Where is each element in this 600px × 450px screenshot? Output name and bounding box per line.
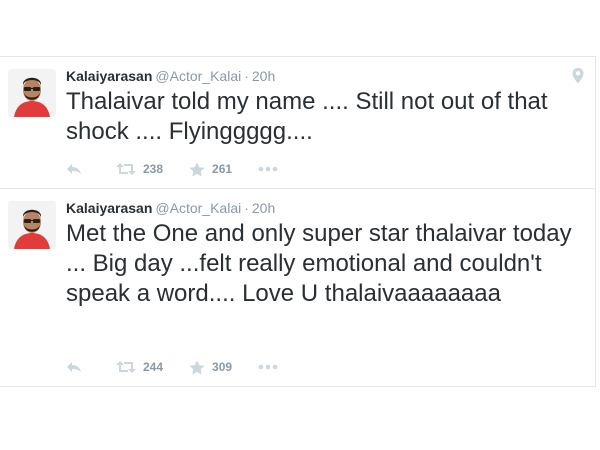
retweet-count: 238 <box>143 162 164 176</box>
location-pin-icon[interactable] <box>571 67 585 85</box>
avatar[interactable] <box>8 201 56 249</box>
author-handle[interactable]: @Actor_Kalai <box>155 68 241 84</box>
tweet[interactable]: Kalaiyarasan @Actor_Kalai · 20h Met the One… <box>0 189 596 387</box>
author-name[interactable]: Kalaiyarasan <box>66 200 152 216</box>
favorite-button[interactable]: 261 <box>189 162 232 177</box>
tweet-actions: 244 309 <box>66 357 278 377</box>
reply-button[interactable] <box>66 361 86 373</box>
more-button[interactable] <box>258 166 278 172</box>
favorite-count: 261 <box>212 162 233 176</box>
retweet-count: 244 <box>143 360 164 374</box>
reply-button[interactable] <box>66 163 86 175</box>
favorite-icon <box>189 360 205 374</box>
tweet-actions: 238 261 <box>66 159 278 179</box>
more-icon <box>258 166 278 172</box>
tweet[interactable]: Kalaiyarasan @Actor_Kalai · 20h Thalaivar t… <box>0 57 596 189</box>
retweet-button[interactable]: 244 <box>116 360 163 374</box>
reply-icon <box>67 362 81 372</box>
timestamp[interactable]: 20h <box>252 68 275 84</box>
tweet-text: Thalaivar told my name .... Still not ou… <box>66 88 548 145</box>
favorite-icon <box>189 162 205 176</box>
favorite-button[interactable]: 309 <box>189 360 232 375</box>
separator: · <box>244 68 249 84</box>
tweet-header: Kalaiyarasan @Actor_Kalai · 20h <box>66 199 275 217</box>
favorite-count: 309 <box>212 360 233 374</box>
author-handle[interactable]: @Actor_Kalai <box>155 200 241 216</box>
timestamp[interactable]: 20h <box>252 200 275 216</box>
retweet-icon <box>116 361 136 373</box>
avatar[interactable] <box>8 69 56 117</box>
timeline: Kalaiyarasan @Actor_Kalai · 20h Thalaivar t… <box>0 56 596 387</box>
more-icon <box>258 364 278 370</box>
retweet-button[interactable]: 238 <box>116 162 163 176</box>
separator: · <box>244 200 249 216</box>
more-button[interactable] <box>258 364 278 370</box>
tweet-text: Met the One and only super star thalaiva… <box>66 220 572 307</box>
retweet-icon <box>116 163 136 175</box>
tweet-header: Kalaiyarasan @Actor_Kalai · 20h <box>66 67 275 85</box>
reply-icon <box>67 164 81 174</box>
author-name[interactable]: Kalaiyarasan <box>66 68 152 84</box>
